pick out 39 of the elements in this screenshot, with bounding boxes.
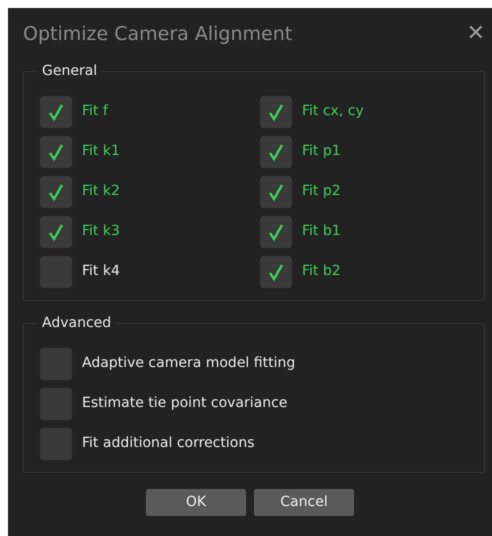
checkbox-label: Adaptive camera model fitting (82, 354, 296, 373)
checkbox[interactable] (40, 388, 72, 420)
checkbox[interactable] (40, 428, 72, 460)
checkbox[interactable] (40, 256, 72, 288)
checkbox-label: Fit k3 (82, 222, 120, 241)
checkbox[interactable] (260, 136, 292, 168)
checkbox-label: Fit b2 (302, 262, 341, 281)
checkbox-label: Fit k2 (82, 182, 120, 201)
checkmark-icon (268, 102, 284, 120)
checkbox[interactable] (40, 136, 72, 168)
checkmark-icon (268, 142, 284, 160)
checkbox-label: Fit cx, cy (302, 102, 364, 121)
checkbox[interactable] (260, 216, 292, 248)
close-button[interactable]: ✕ (466, 23, 485, 46)
checkbox[interactable] (40, 176, 72, 208)
checkbox[interactable] (40, 216, 72, 248)
checkbox[interactable] (40, 96, 72, 128)
checkbox[interactable] (260, 256, 292, 288)
checkbox[interactable] (260, 176, 292, 208)
checkmark-icon (48, 222, 64, 240)
ok-button[interactable]: OK (146, 488, 246, 516)
checkmark-icon (268, 182, 284, 200)
checkbox-label: Fit f (82, 102, 108, 121)
dialog-title: Optimize Camera Alignment (23, 22, 292, 47)
checkbox-label: Estimate tie point covariance (82, 394, 288, 413)
checkmark-icon (48, 102, 64, 120)
checkbox[interactable] (40, 348, 72, 380)
checkmark-icon (48, 182, 64, 200)
checkmark-icon (268, 262, 284, 280)
checkbox-label: Fit k1 (82, 142, 120, 161)
cancel-button[interactable]: Cancel (254, 488, 354, 516)
checkbox-label: Fit b1 (302, 222, 341, 241)
checkbox-label: Fit additional corrections (82, 434, 254, 453)
checkmark-icon (48, 142, 64, 160)
checkbox-label: Fit p1 (302, 142, 341, 161)
checkbox-label: Fit k4 (82, 262, 120, 281)
checkbox[interactable] (260, 96, 292, 128)
checkmark-icon (268, 222, 284, 240)
checkbox-label: Fit p2 (302, 182, 341, 201)
